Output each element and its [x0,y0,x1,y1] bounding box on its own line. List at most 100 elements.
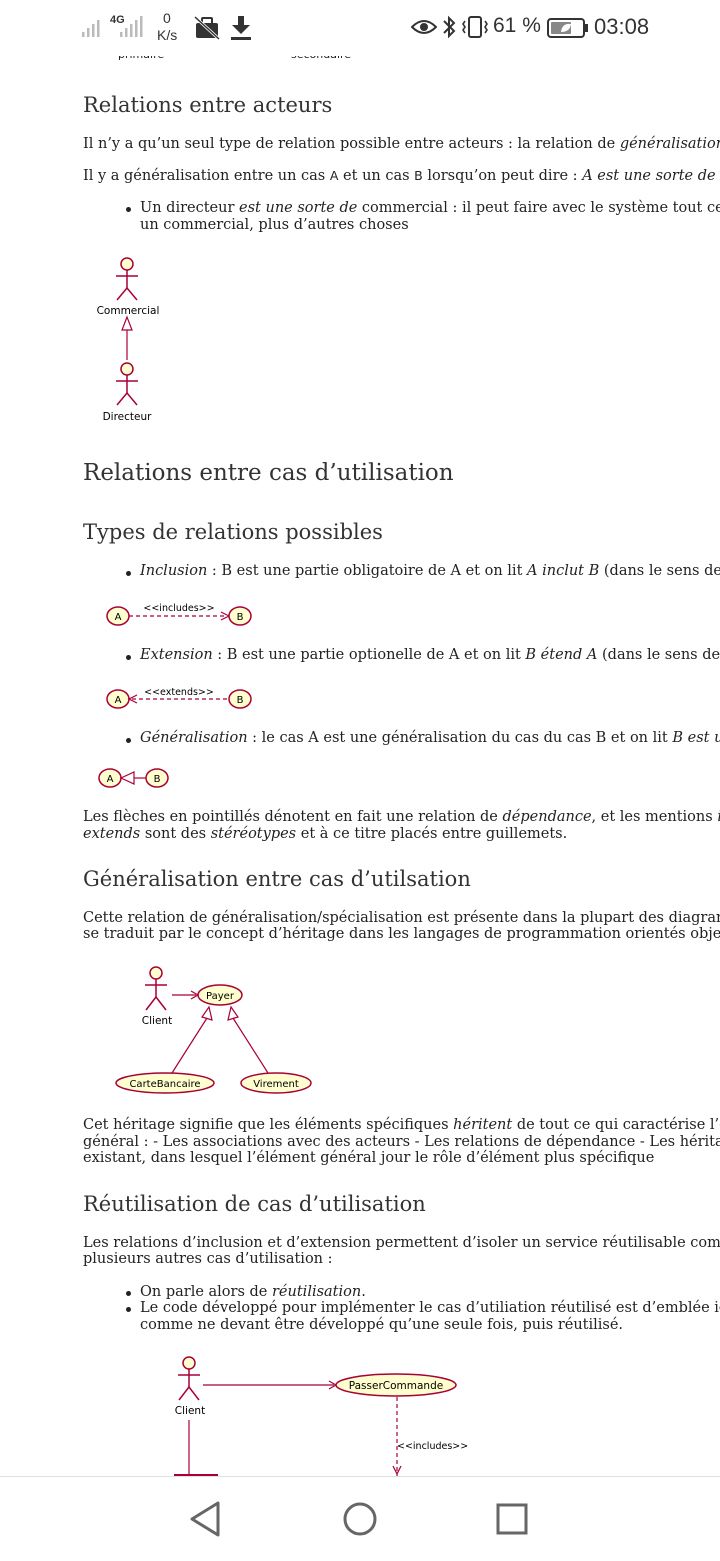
text: Cet héritage signifie que les éléments s… [83,1117,454,1133]
battery-saver-icon [547,18,588,38]
actor-icon [145,966,167,1011]
text: . [361,1284,366,1300]
emphasis: généralisation [619,136,720,152]
text: , et les mentions [591,809,718,825]
generalisation-diagram: A B [98,768,169,788]
text: et à ce titre placés entre guillemets. [296,826,568,842]
home-circle-icon[interactable] [338,1497,382,1541]
paragraph-generalisation-definition: Il y a généralisation entre un cas A et … [83,168,720,184]
emphasis: réutilisation [272,1284,362,1300]
actor-icon [116,257,138,301]
actor-icon [116,362,138,406]
use-case-label-virement: Virement [253,1079,299,1090]
actor-generalisation-diagram: Commercial Directeur [97,257,160,423]
use-case-label-a: A [115,612,122,623]
text: On parle alors de [140,1284,272,1300]
section-heading-relations-acteurs: Relations entre acteurs [83,93,333,117]
text: Les flèches en pointillés dénotent en fa… [83,809,503,825]
emphasis: Extension [140,647,213,663]
text: et un cas [338,168,415,184]
paragraph-reutilisation-line2: plusieurs autres cas d’utilisation : [83,1251,333,1267]
section-heading-types-relations: Types de relations possibles [83,520,383,544]
network-type-label: 4G [110,14,125,26]
text: sont des [140,826,211,842]
actor-label-client: Client [175,1405,205,1417]
list-item-generalisation: Généralisation : le cas A est une généra… [140,730,720,746]
use-case-label-b: B [237,612,244,623]
emphasis: extends [83,826,141,842]
emphasis: héritent [453,1117,513,1133]
emphasis: est une sorte de [239,200,358,216]
emphasis: Généralisation [140,730,248,746]
bluetooth-icon [443,15,456,39]
paragraph-generalisation-line1: Cette relation de généralisation/spécial… [83,910,720,926]
extension-diagram: A B <<extends>> [106,687,252,709]
bullet [126,571,131,576]
emphasis: A inclut B [527,563,600,579]
section-heading-generalisation-cas: Généralisation entre cas d’utilsation [83,867,471,891]
stereotype-includes: <<includes>> [397,1441,468,1452]
paragraph-dependance-note: Les flèches en pointillés dénotent en fa… [83,809,720,825]
actor-icon [178,1356,200,1401]
text: : le cas A est une généralisation du cas… [247,730,673,746]
paragraph-heritage-line1: Cet héritage signifie que les éléments s… [83,1117,720,1133]
use-case-label-b: B [154,774,161,785]
text: Un directeur [140,200,240,216]
actor-label-directeur: Directeur [103,411,153,423]
list-item-directeur: Un directeur est une sorte de commercial… [140,200,720,216]
recents-square-icon[interactable] [490,1497,534,1541]
bullet [126,738,131,743]
use-case-label-payer: Payer [206,991,235,1002]
passer-commande-diagram: Client PasserCommande <<includes>> [174,1356,468,1476]
text: : B est une partie optionelle de A et on… [212,647,526,663]
download-icon [231,16,251,40]
eye-icon [411,20,437,34]
text: : B est une partie obligatoire de A et o… [207,563,528,579]
bullet [126,1291,131,1296]
actor-label-client: Client [142,1015,172,1027]
bullet [126,655,131,660]
text: Il n’y a qu’un seul type de relation pos… [83,136,620,152]
briefcase-off-icon [194,16,220,40]
emphasis: B étend A [525,647,598,663]
text: lorsqu’on peut dire : [422,168,583,184]
back-triangle-icon[interactable] [185,1497,229,1541]
text: commercial : il peut faire avec le systè… [357,200,720,216]
paragraph-generalisation-line2: se traduit par le concept d’héritage dan… [83,926,720,942]
stereotype-includes: <<includes>> [143,603,214,614]
text: (dans le sens de la [603,563,720,579]
paragraph-relation-generalisation: Il n’y a qu’un seul type de relation pos… [83,136,720,152]
emphasis: A est une sorte de B [582,168,720,184]
use-case-label-cartebancaire: CarteBancaire [129,1079,200,1090]
list-item-code-reutilise-continued: comme ne devant être développé qu’une se… [140,1317,624,1333]
actor-label-commercial: Commercial [97,305,160,317]
text: Il y a généralisation entre un cas [83,168,330,184]
text: (dans le sens de la [601,647,720,663]
page-content: primaire secondaire Relations entre acte… [0,0,720,1476]
text: de tout ce qui caractérise l’élé [512,1117,720,1133]
list-item-reutilisation: On parle alors de réutilisation. [140,1284,366,1300]
inclusion-diagram: A B <<includes>> [106,603,252,626]
network-speed-unit: K/s [157,27,178,43]
use-case-label-a: A [107,774,114,785]
bullet [126,1307,131,1312]
code-text: B [414,168,423,183]
battery-percent: 61 % [493,14,541,37]
list-item-extension: Extension : B est une partie optionelle … [140,647,720,663]
network-speed-value: 0 [163,10,171,26]
use-case-label-b: B [237,695,244,706]
generalisation-arrowhead [121,315,133,331]
stereotype-extends: <<extends>> [144,687,214,698]
vibrate-icon [462,16,488,38]
emphasis: Inclusion [140,563,208,579]
emphasis: B est une [672,730,720,746]
list-item-directeur-continued: un commercial, plus d’autres choses [140,217,409,233]
section-heading-reutilisation: Réutilisation de cas d’utilisation [83,1192,426,1216]
payer-generalisation-diagram: Client Payer CarteBancaire Virement [115,966,312,1094]
emphasis: dépendance [502,809,592,825]
bullet [126,207,131,212]
emphasis: stéréotypes [210,826,297,842]
paragraph-dependance-note-continued: extends sont des stéréotypes et à ce tit… [83,826,567,842]
paragraph-heritage-line2: général : - Les associations avec des ac… [83,1134,720,1150]
use-case-label-passercommande: PasserCommande [349,1380,443,1392]
